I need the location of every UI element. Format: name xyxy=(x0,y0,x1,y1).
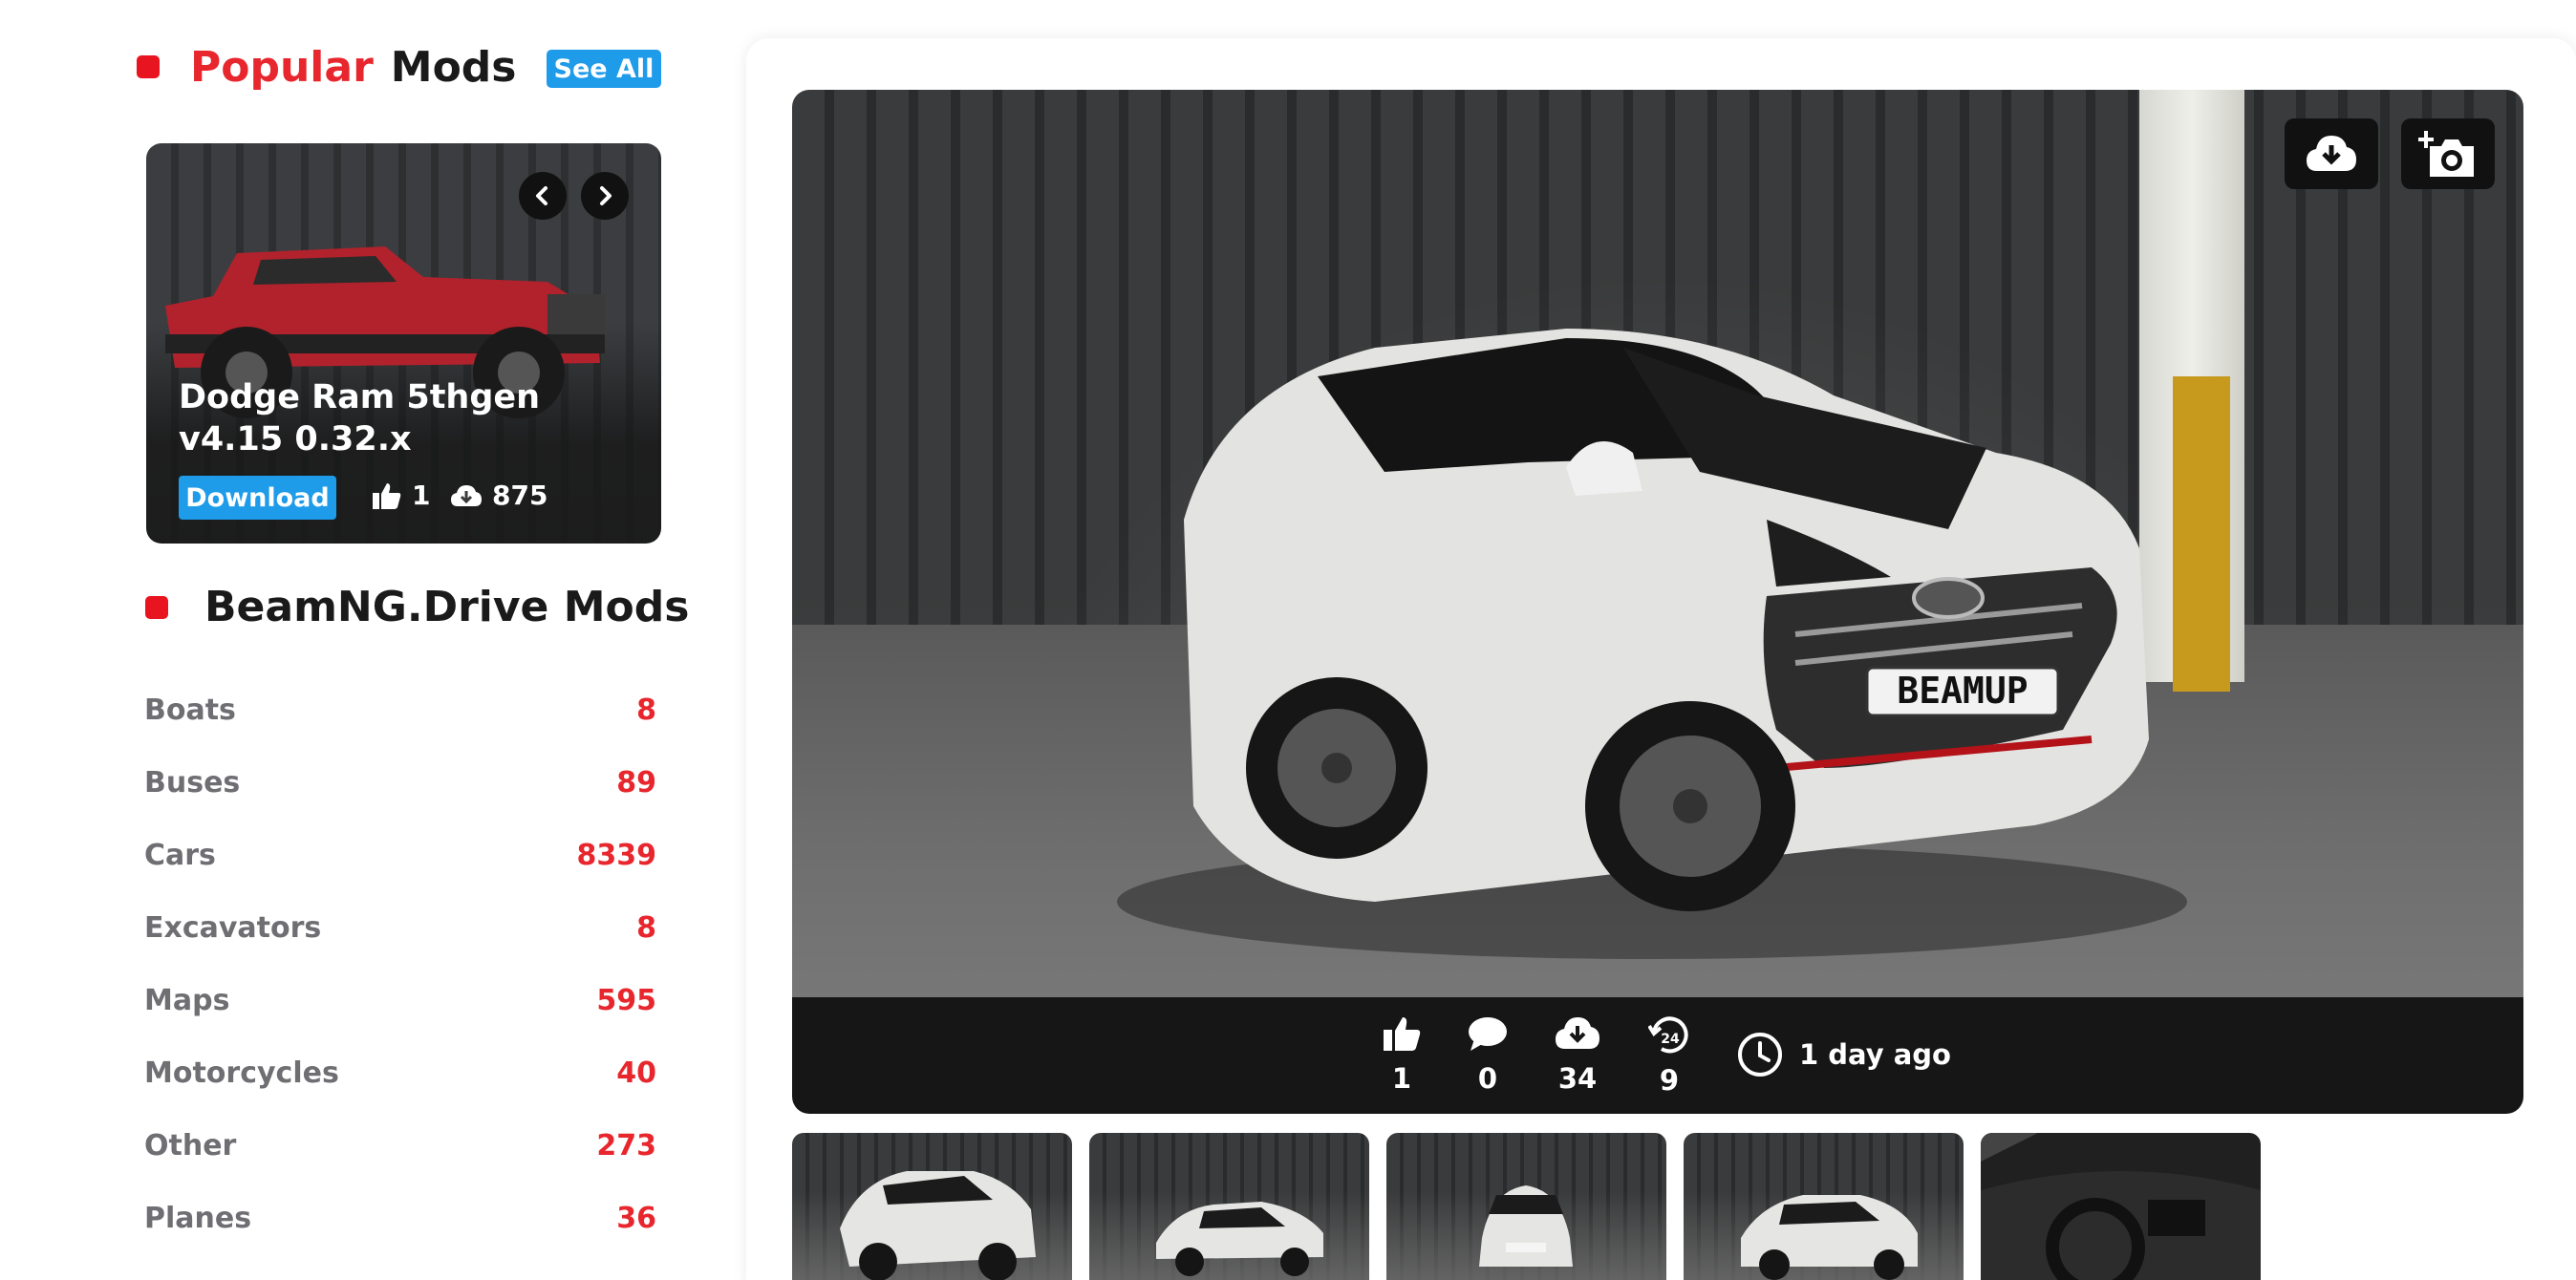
category-item-other[interactable]: Other 273 xyxy=(144,1109,656,1182)
category-item-planes[interactable]: Planes 36 xyxy=(144,1182,656,1254)
category-count: 595 xyxy=(596,983,656,1017)
thumbnail-image xyxy=(840,1171,1036,1280)
category-count: 8 xyxy=(636,910,656,945)
category-name[interactable]: Maps xyxy=(144,984,229,1017)
popular-mod-title[interactable]: Dodge Ram 5thgen v4.15 0.32.x xyxy=(179,376,647,460)
stat-downloads-24h-count: 9 xyxy=(1659,1064,1680,1097)
section-marker-icon xyxy=(137,55,160,78)
stat-downloads: 34 xyxy=(1544,1014,1611,1095)
add-screenshot-button[interactable] xyxy=(2401,118,2495,189)
stat-comments[interactable]: 0 xyxy=(1454,1014,1521,1095)
license-plate-text: BEAMUP xyxy=(1897,670,2028,712)
thumbnail-rear-left[interactable] xyxy=(1684,1133,1964,1280)
cloud-download-icon xyxy=(1556,1017,1599,1049)
category-item-boats[interactable]: Boats 8 xyxy=(144,673,656,746)
popular-mod-card[interactable]: Dodge Ram 5thgen v4.15 0.32.x Download 1… xyxy=(146,143,661,544)
popular-title-highlight: Popular xyxy=(190,42,374,92)
popular-title-rest: Mods xyxy=(390,42,517,92)
stat-updated: 1 day ago xyxy=(1736,1031,1951,1078)
clock-icon xyxy=(1738,1033,1782,1077)
stat-updated-text: 1 day ago xyxy=(1799,1038,1951,1071)
comment-icon xyxy=(1469,1017,1507,1051)
category-name[interactable]: Boats xyxy=(144,693,236,727)
thumbnail-front-left[interactable] xyxy=(792,1133,1072,1280)
see-all-button[interactable]: See All xyxy=(547,50,661,88)
category-name[interactable]: Buses xyxy=(144,766,240,800)
stat-downloads-24h: 24 9 xyxy=(1636,1014,1703,1097)
category-name[interactable]: Motorcycles xyxy=(144,1056,339,1090)
thumbnail-image xyxy=(1981,1133,2261,1280)
category-name[interactable]: Excavators xyxy=(144,911,321,945)
category-name[interactable]: Cars xyxy=(144,839,216,872)
mod-main-image[interactable]: BEAMUP xyxy=(792,90,2523,997)
category-count: 8339 xyxy=(576,838,657,872)
popular-mod-download-button[interactable]: Download xyxy=(179,476,336,520)
thumbs-up-icon xyxy=(373,482,401,509)
category-item-excavators[interactable]: Excavators 8 xyxy=(144,891,656,964)
carousel-prev-button[interactable] xyxy=(519,172,567,220)
popular-mod-likes-count: 1 xyxy=(412,480,431,511)
download-mod-button[interactable] xyxy=(2285,118,2378,189)
cloud-download-icon xyxy=(2307,136,2356,171)
category-count: 8 xyxy=(636,693,656,727)
category-item-maps[interactable]: Maps 595 xyxy=(144,964,656,1036)
thumbnail-strip xyxy=(792,1133,2523,1280)
category-item-cars[interactable]: Cars 8339 xyxy=(144,819,656,891)
stat-likes[interactable]: 1 xyxy=(1368,1014,1435,1095)
category-list: Boats 8 Buses 89 Cars 8339 Excavators 8 … xyxy=(144,673,656,1254)
svg-text:24: 24 xyxy=(1661,1032,1680,1047)
mod-stats-bar: 1 0 34 24 9 1 day ago xyxy=(792,997,2523,1114)
thumbs-up-icon xyxy=(1384,1017,1421,1051)
category-item-motorcycles[interactable]: Motorcycles 40 xyxy=(144,1036,656,1109)
thumbnail-image xyxy=(1156,1202,1323,1276)
thumbnail-image xyxy=(1741,1195,1918,1280)
section-marker-icon xyxy=(145,595,168,619)
thumbnail-interior[interactable] xyxy=(1981,1133,2261,1280)
cloud-download-icon xyxy=(451,484,482,506)
stat-downloads-count: 34 xyxy=(1557,1062,1598,1095)
category-count: 89 xyxy=(616,765,656,800)
24h-history-icon: 24 xyxy=(1647,1016,1688,1054)
thumbnail-side[interactable] xyxy=(1089,1133,1369,1280)
category-count: 273 xyxy=(596,1128,656,1163)
chevron-right-icon xyxy=(600,186,612,205)
category-count: 40 xyxy=(616,1056,656,1090)
category-section-header: BeamNG.Drive Mods xyxy=(145,583,689,631)
category-item-buses[interactable]: Buses 89 xyxy=(144,746,656,819)
thumbnail-front[interactable] xyxy=(1386,1133,1666,1280)
thumbnail-image xyxy=(1479,1185,1573,1267)
stat-comments-count: 0 xyxy=(1477,1062,1498,1095)
category-name[interactable]: Other xyxy=(144,1129,236,1163)
stat-likes-count: 1 xyxy=(1391,1062,1412,1095)
car-preview-image: BEAMUP xyxy=(1117,329,2187,959)
popular-mod-downloads-count: 875 xyxy=(492,480,548,511)
category-count: 36 xyxy=(616,1201,656,1235)
category-section-title: BeamNG.Drive Mods xyxy=(204,583,690,631)
popular-mod-likes: 1 xyxy=(372,480,430,511)
carousel-next-button[interactable] xyxy=(581,172,629,220)
popular-mod-downloads: 875 xyxy=(450,480,547,511)
chevron-left-icon xyxy=(536,186,547,205)
add-photo-icon xyxy=(2418,131,2474,177)
category-name[interactable]: Planes xyxy=(144,1202,251,1235)
